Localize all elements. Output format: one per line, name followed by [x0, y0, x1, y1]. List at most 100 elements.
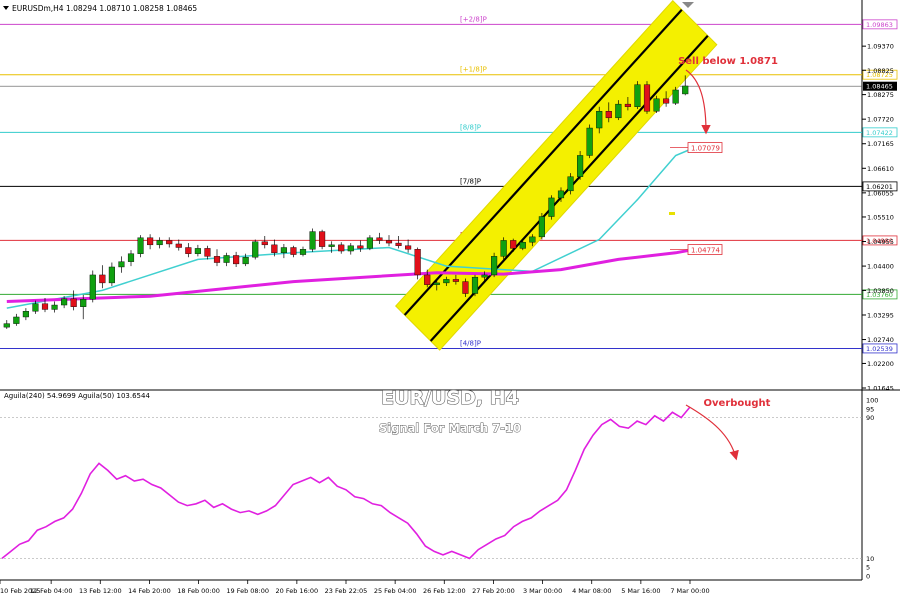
time-tick-label: 3 Mar 00:00: [523, 587, 562, 595]
candle-body: [548, 197, 555, 217]
candle-body: [223, 255, 230, 263]
time-tick-label: 5 Mar 16:00: [621, 587, 660, 595]
candle-body: [319, 231, 326, 247]
candle-body: [443, 279, 450, 284]
trading-chart: [+2/8]P[+1/8]P[8/8]P[7/8]P[6/8]P[5/8]P[4…: [0, 0, 900, 600]
candle-body: [70, 298, 77, 307]
candle-body: [577, 155, 584, 177]
candle-body: [586, 127, 593, 156]
time-tick-label: 27 Feb 20:00: [472, 587, 515, 595]
candle-body: [3, 323, 10, 328]
oscillator-tick-label: 100: [866, 397, 878, 405]
price-tick-label: 1.01645: [867, 385, 894, 393]
level-price-tag-text: 1.07422: [866, 129, 893, 137]
price-tick-label: 1.08825: [867, 67, 894, 75]
level-price-tag-text: 1.09863: [866, 21, 893, 29]
candle-body: [663, 98, 670, 104]
time-tick-label: 25 Feb 04:00: [374, 587, 417, 595]
price-tick-label: 1.02740: [867, 336, 894, 344]
candle-body: [194, 248, 201, 254]
price-tick-label: 1.07165: [867, 140, 894, 148]
candle-body: [500, 240, 507, 257]
candle-body: [61, 298, 68, 306]
oscillator-tick-label: 90: [866, 414, 874, 422]
time-tick-label: 7 Mar 00:00: [670, 587, 709, 595]
overbought-note: Overbought: [704, 398, 771, 409]
candle-body: [185, 247, 192, 254]
candle-body: [347, 245, 354, 252]
candle-body: [519, 241, 526, 249]
candle-body: [271, 244, 278, 254]
price-tick-label: 1.04400: [867, 263, 894, 271]
candle-body: [118, 261, 125, 268]
candle-body: [452, 279, 459, 282]
time-tick-label: 4 Mar 08:00: [572, 587, 611, 595]
candle-body: [13, 316, 20, 324]
candle-body: [414, 249, 421, 276]
time-tick-label: 20 Feb 16:00: [276, 587, 319, 595]
murray-label: [+1/8]P: [460, 66, 487, 74]
candle-body: [338, 244, 345, 252]
candle-body: [385, 240, 393, 244]
candle-body: [405, 245, 412, 250]
candle-body: [481, 274, 488, 278]
oscillator-tick-label: 10: [866, 555, 874, 563]
candle-body: [99, 274, 106, 284]
candle-body: [596, 111, 603, 129]
candle-body: [672, 89, 679, 104]
candle-body: [538, 216, 545, 238]
price-tick-label: 1.09370: [867, 43, 894, 51]
price-tick-label: 1.03850: [867, 287, 894, 295]
candle-body: [529, 236, 536, 243]
candle-body: [424, 274, 431, 285]
candle-body: [643, 84, 651, 112]
candle-body: [127, 253, 135, 262]
candle-body: [299, 249, 307, 255]
oscillator-tick-label: 0: [866, 573, 870, 581]
candle-body: [471, 276, 479, 294]
time-tick-label: 26 Feb 12:00: [423, 587, 466, 595]
candle-body: [261, 241, 268, 246]
candle-body: [204, 248, 211, 257]
current-price-tag-text: 1.08465: [866, 83, 893, 91]
murray-label: [4/8]P: [460, 339, 481, 347]
candle-body: [624, 103, 631, 107]
candle-body: [615, 103, 622, 119]
chart-subtitle: Signal For March 7-10: [379, 421, 521, 435]
murray-label: [+2/8]P: [460, 15, 487, 23]
murray-label: [7/8]P: [460, 177, 481, 185]
candle-body: [280, 247, 287, 254]
candle-body: [41, 303, 49, 310]
candle-body: [395, 242, 402, 246]
candle-body: [233, 255, 240, 265]
price-tick-label: 1.05510: [867, 213, 894, 221]
price-tick-label: 1.04955: [867, 238, 894, 246]
price-tick-label: 1.03295: [867, 311, 894, 319]
annotation-label: 1.04774: [691, 247, 720, 255]
candle-body: [557, 190, 565, 199]
time-tick-label: 14 Feb 20:00: [128, 587, 171, 595]
price-tick-label: 1.08275: [867, 91, 894, 99]
candle-body: [357, 245, 364, 249]
candle-body: [433, 282, 440, 285]
candle-body: [366, 237, 373, 249]
time-tick-label: 18 Feb 00:00: [177, 587, 220, 595]
annotation-label: 1.07079: [691, 145, 720, 153]
indicator-header: Aguila(240) 54.9699 Aguila(50) 103.6544: [4, 392, 150, 400]
oscillator-tick-label: 95: [866, 405, 874, 413]
candle-body: [462, 281, 469, 294]
candle-body: [510, 240, 517, 249]
price-tick-label: 1.06610: [867, 165, 894, 173]
candle-body: [22, 311, 29, 318]
candle-body: [252, 241, 259, 258]
candle-body: [605, 111, 612, 119]
price-tick-label: 1.07720: [867, 116, 894, 124]
candle-body: [634, 84, 641, 107]
candle-body: [682, 85, 689, 95]
sell-note: Sell below 1.0871: [678, 56, 778, 67]
time-tick-label: 13 Feb 12:00: [79, 587, 122, 595]
price-tick-label: 1.06055: [867, 189, 894, 197]
candle-body: [156, 240, 163, 246]
candle-body: [309, 231, 316, 250]
candle-body: [32, 303, 39, 312]
